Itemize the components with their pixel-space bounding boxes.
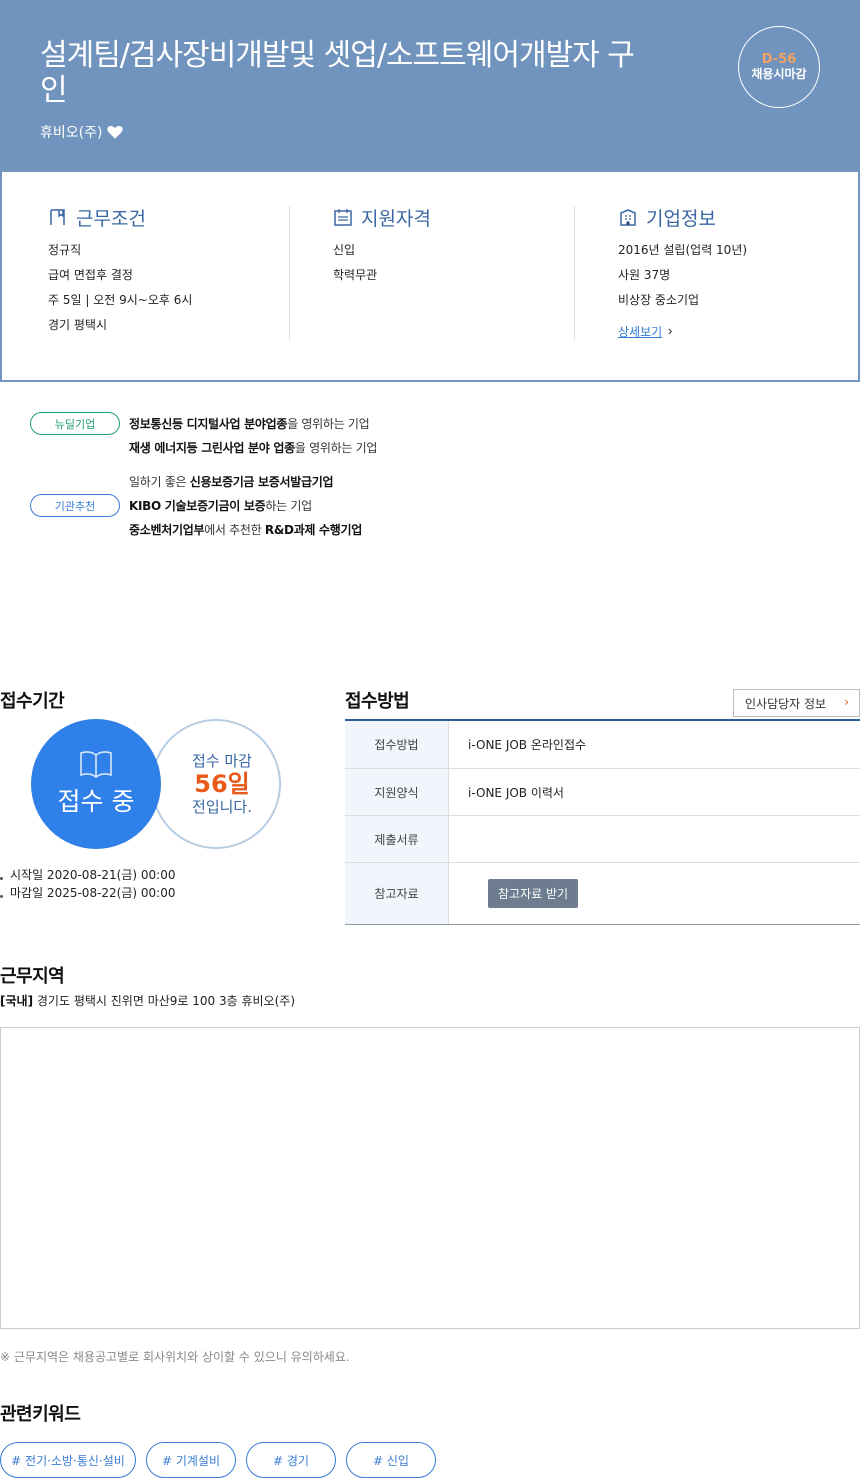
row-value <box>449 816 860 862</box>
table-row: 접수방법 i-ONE JOB 온라인접수 <box>345 721 860 769</box>
badge-line: 재생 에너지등 그린사업 분야 업종을 영위하는 기업 <box>129 441 378 455</box>
company-info-heading: 기업정보 <box>618 206 838 230</box>
recommend-badge: 기관추천 <box>30 494 120 517</box>
qualifications-title: 지원자격 <box>361 207 431 230</box>
keyword-tag[interactable]: # 신입 <box>346 1442 436 1478</box>
company-line: 비상장 중소기업 <box>618 293 700 307</box>
work-line: 정규직 <box>48 243 82 257</box>
work-line: 급여 면접후 결정 <box>48 268 133 282</box>
keyword-tag[interactable]: # 기계설비 <box>146 1442 236 1478</box>
deadline-days: 56일 <box>194 770 250 798</box>
keyword-tag[interactable]: # 경기 <box>246 1442 336 1478</box>
company-line: 2016년 설립(업력 10년) <box>618 243 748 257</box>
status-circle: 접수 중 <box>31 719 161 849</box>
company-line: 사원 37명 <box>618 268 671 282</box>
company-detail-label: 상세보기 <box>618 325 663 339</box>
work-conditions: 근무조건 정규직 급여 면접후 결정 주 5일 | 오전 9시~오후 6시 경기… <box>48 206 288 340</box>
document-icon <box>50 209 65 225</box>
table-row: 제출서류 <box>345 816 860 863</box>
building-icon <box>620 209 636 226</box>
open-book-icon <box>80 751 112 778</box>
company-info: 기업정보 2016년 설립(업력 10년) 사원 37명 비상장 중소기업 상세… <box>618 206 838 340</box>
divider <box>289 206 290 340</box>
method-title: 접수방법 <box>345 691 410 712</box>
dday-count: D-56 <box>761 52 797 67</box>
work-conditions-heading: 근무조건 <box>48 206 288 230</box>
badge-line: 중소벤처기업부에서 추천한 R&D과제 수행기업 <box>129 523 363 537</box>
table-row: 참고자료 참고자료 받기 <box>345 863 860 924</box>
qualify-line: 신입 <box>333 243 356 257</box>
row-label: 제출서류 <box>345 816 449 862</box>
row-label: 접수방법 <box>345 721 449 768</box>
row-label: 지원양식 <box>345 769 449 815</box>
heart-icon[interactable] <box>106 123 124 141</box>
badge-line: KIBO 기술보증기금이 보증하는 기업 <box>129 499 312 513</box>
dday-label: 채용시마감 <box>751 67 807 81</box>
start-date: 시작일 2020-08-21(금) 00:00 <box>0 866 175 884</box>
work-conditions-title: 근무조건 <box>76 207 146 230</box>
end-date: 마감일 2025-08-22(금) 00:00 <box>0 884 175 902</box>
period-dates: 시작일 2020-08-21(금) 00:00 마감일 2025-08-22(금… <box>0 866 175 902</box>
row-value: 참고자료 받기 <box>449 863 860 924</box>
company-info-title: 기업정보 <box>646 207 716 230</box>
job-title: 설계팀/검사장비개발및 셋업/소프트웨어개발자 구인 <box>40 38 635 108</box>
deadline-line3: 전입니다. <box>192 798 252 816</box>
qualifications: 지원자격 신입 학력무관 <box>333 206 573 340</box>
company-name[interactable]: 휴비오(주) <box>40 122 102 142</box>
row-value: i-ONE JOB 온라인접수 <box>468 738 587 752</box>
location-note: ※ 근무지역은 채용공고별로 회사위치와 상이할 수 있으니 유의하세요. <box>0 1350 350 1364</box>
company-name-row: 휴비오(주) <box>40 122 124 142</box>
work-line: 경기 평택시 <box>48 318 108 332</box>
map-area[interactable] <box>0 1027 860 1329</box>
method-table: 접수방법 i-ONE JOB 온라인접수 지원양식 i-ONE JOB 이력서 … <box>345 719 860 925</box>
reference-download-button[interactable]: 참고자료 받기 <box>488 879 579 908</box>
divider <box>574 206 575 340</box>
keywords-title: 관련키워드 <box>0 1404 81 1425</box>
location-title: 근무지역 <box>0 966 65 987</box>
deadline-badge: D-56 채용시마감 <box>738 26 820 108</box>
location-address: [국내] 경기도 평택시 진위면 마산9로 100 3층 휴비오(주) <box>0 994 295 1008</box>
calendar-icon <box>334 209 352 226</box>
period-title: 접수기간 <box>0 691 65 712</box>
qualifications-heading: 지원자격 <box>333 206 573 230</box>
job-header: 설계팀/검사장비개발및 셋업/소프트웨어개발자 구인 휴비오(주) D-56 채… <box>0 0 860 172</box>
chevron-right-icon: › <box>844 695 849 709</box>
work-line: 주 5일 | 오전 9시~오후 6시 <box>48 293 193 307</box>
company-detail-link[interactable]: 상세보기 <box>618 323 673 340</box>
badge-line: 일하기 좋은 신용보증기금 보증서발급기업 <box>129 475 334 489</box>
hr-contact-button[interactable]: 인사담당자 정보 › <box>733 689 860 717</box>
row-label: 참고자료 <box>345 863 449 924</box>
status-text: 접수 중 <box>57 787 135 816</box>
row-value: i-ONE JOB 이력서 <box>468 785 564 800</box>
qualify-line: 학력무관 <box>333 268 378 282</box>
deadline-line1: 접수 마감 <box>192 752 252 770</box>
deadline-circle: 접수 마감 56일 전입니다. <box>151 719 281 849</box>
keyword-tag[interactable]: # 전기·소방·통신·설비 <box>0 1442 136 1478</box>
badge-line: 정보통신등 디지털사업 분야업종을 영위하는 기업 <box>129 417 370 431</box>
hr-contact-label: 인사담당자 정보 <box>745 696 827 711</box>
newdeal-badge: 뉴딜기업 <box>30 412 120 435</box>
chevron-right-icon <box>668 328 673 335</box>
job-summary-box: 근무조건 정규직 급여 면접후 결정 주 5일 | 오전 9시~오후 6시 경기… <box>0 172 860 382</box>
table-row: 지원양식 i-ONE JOB 이력서 <box>345 769 860 816</box>
